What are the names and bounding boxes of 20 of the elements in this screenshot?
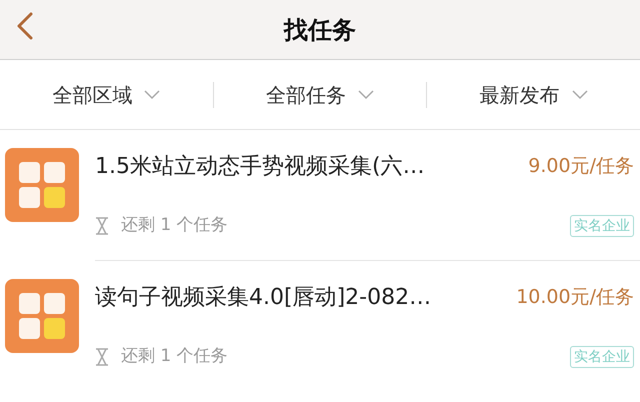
hourglass-icon — [95, 348, 109, 366]
remaining-count: 还剩 1 个任务 — [121, 345, 228, 368]
filter-dropdown[interactable]: 全部任务 — [214, 80, 426, 110]
verified-company-tag: 实名企业 — [570, 214, 634, 237]
hourglass-icon — [95, 216, 109, 235]
chevron-down-icon — [144, 90, 160, 100]
task-price: 9.00元/任务 — [528, 154, 634, 179]
verified-company-tag: 实名企业 — [570, 346, 634, 368]
remaining-count: 还剩 1 个任务 — [121, 214, 228, 237]
filter-dropdown[interactable]: 全部区域 — [0, 80, 213, 110]
filter-dropdown[interactable]: 最新发布 — [427, 80, 640, 110]
chevron-down-icon — [572, 90, 588, 100]
page-title: 找任务 — [284, 14, 356, 46]
chevron-down-icon — [358, 90, 374, 100]
task-title[interactable]: 1.5米站立动态手势视频采集(六… — [95, 150, 425, 183]
task-title[interactable]: 读句子视频采集4.0[唇动]2-082… — [95, 281, 432, 314]
task-grid-icon — [5, 279, 79, 353]
back-icon[interactable] — [16, 12, 34, 40]
task-price: 10.00元/任务 — [516, 285, 634, 310]
task-grid-icon — [5, 148, 79, 222]
